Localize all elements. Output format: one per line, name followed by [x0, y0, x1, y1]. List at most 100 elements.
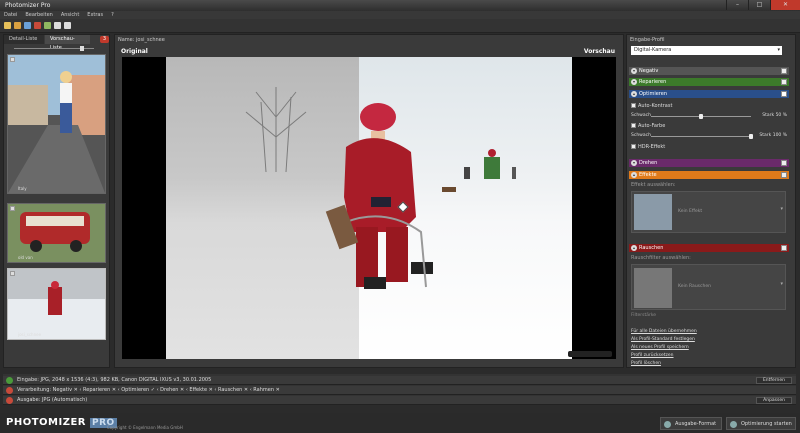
section-reparieren[interactable]: ▾ Reparieren	[629, 78, 789, 86]
section-checkbox-checked[interactable]	[781, 91, 787, 97]
checkbox[interactable]	[631, 144, 636, 149]
effect-value: Kein Effekt	[678, 209, 703, 214]
chevron-icon: ▾	[631, 160, 637, 166]
section-checkbox[interactable]	[781, 68, 787, 74]
section-checkbox[interactable]	[781, 245, 787, 251]
copyright: Copyright © Engelmann Media GmbH	[107, 425, 183, 430]
zoom-slider[interactable]	[568, 351, 612, 357]
settings-panel: Eingabe-Profil Digital-Kamera ▾ ▾ Negati…	[626, 34, 796, 368]
tab-preview-list[interactable]: Vorschau-Liste	[45, 35, 90, 51]
link-delete-profile[interactable]: Profil löschen	[631, 361, 661, 366]
input-info: Eingabe: JPG, 2048 x 1536 (4:3), 982 KB,…	[17, 377, 212, 383]
preview-label: Vorschau	[583, 48, 615, 55]
auto-kontrast-option[interactable]: Auto-Kontrast	[631, 103, 672, 109]
thumbnail-panel: Detail-Liste Vorschau-Liste 3 Italy old …	[3, 34, 110, 368]
section-label: Optimieren	[639, 91, 667, 97]
noise-select-label: Rauschfilter auswählen:	[631, 255, 691, 261]
chevron-icon: ▴	[631, 172, 637, 178]
remove-button[interactable]: Entfernen	[755, 377, 792, 384]
menu-datei[interactable]: Datei	[4, 11, 17, 19]
chevron-icon: ▴	[631, 245, 637, 251]
effect-preview-image	[634, 194, 672, 230]
chevron-icon: ▾	[631, 79, 637, 85]
image-canvas[interactable]	[122, 57, 616, 359]
gear-icon	[664, 421, 671, 428]
thumbnail-size-slider[interactable]	[8, 46, 108, 51]
remove-icon[interactable]	[34, 22, 41, 29]
link-save-profile[interactable]: Als neues Profil speichern	[631, 345, 689, 350]
menu-bearbeiten[interactable]: Bearbeiten	[25, 11, 52, 19]
chevron-down-icon: ▾	[780, 281, 783, 287]
auto-farbe-option[interactable]: Auto-Farbe	[631, 123, 665, 129]
chevron-down-icon: ▾	[777, 47, 780, 53]
section-optimieren[interactable]: ▴ Optimieren	[629, 90, 789, 98]
thumbnail-item[interactable]: old van	[7, 203, 106, 263]
menu-help[interactable]: ?	[111, 11, 114, 19]
menu-ansicht[interactable]: Ansicht	[61, 11, 79, 19]
view-split-icon[interactable]	[64, 22, 71, 29]
section-checkbox[interactable]	[781, 172, 787, 178]
slider-value: Stark 100 %	[759, 133, 787, 138]
thumbnail-item[interactable]: Italy	[7, 54, 106, 194]
checkbox[interactable]	[631, 123, 636, 128]
button-label: Optimierung starten	[741, 421, 792, 427]
add-folder-icon[interactable]	[14, 22, 21, 29]
menu-bar: Datei Bearbeiten Ansicht Extras ?	[0, 11, 800, 19]
section-label: Rauschen	[639, 245, 664, 251]
noise-select[interactable]: Kein Rauschen ▾	[631, 264, 786, 310]
refresh-icon[interactable]	[44, 22, 51, 29]
output-format-button[interactable]: Ausgabe-Format	[660, 417, 722, 430]
input-profile-title: Eingabe-Profil	[630, 37, 665, 43]
section-checkbox[interactable]	[781, 160, 787, 166]
option-label: Auto-Kontrast	[638, 103, 673, 109]
profile-select[interactable]: Digital-Kamera ▾	[631, 46, 782, 55]
window-title: Photomizer Pro	[5, 2, 51, 9]
input-icon	[6, 377, 13, 384]
photo-italy	[8, 55, 105, 193]
link-reset-profile[interactable]: Profil zurücksetzen	[631, 353, 674, 358]
footer-bar: PHOTOMIZER PRO Copyright © Engelmann Med…	[0, 413, 800, 433]
farbe-slider[interactable]	[651, 136, 751, 137]
section-rauschen[interactable]: ▴ Rauschen	[629, 244, 789, 252]
maximize-button[interactable]: □	[748, 0, 770, 10]
kontrast-slider-row: Schwach Stark 50 %	[631, 113, 787, 119]
close-button[interactable]: ✕	[770, 0, 800, 10]
slider-knob[interactable]	[699, 114, 703, 119]
processing-row: Verarbeitung: Negativ ✕ ‹ Reparieren ✕ ‹…	[3, 386, 796, 395]
minimize-button[interactable]: –	[726, 0, 748, 10]
adjust-button[interactable]: Anpassen	[756, 397, 792, 404]
input-info-row: Eingabe: JPG, 2048 x 1536 (4:3), 982 KB,…	[3, 376, 796, 385]
link-set-default[interactable]: Als Profil-Standard festlegen	[631, 337, 695, 342]
title-bar: Photomizer Pro – □ ✕	[0, 0, 800, 11]
section-checkbox[interactable]	[781, 79, 787, 85]
section-label: Negativ	[639, 68, 659, 74]
slider-handle[interactable]	[80, 46, 84, 51]
thumbnail-label: Italy	[18, 186, 27, 191]
section-label: Effekte	[639, 172, 657, 178]
effect-select[interactable]: Kein Effekt ▾	[631, 191, 786, 233]
photo-josi-schnee-large	[166, 57, 572, 359]
checkbox[interactable]	[631, 103, 636, 108]
section-negativ[interactable]: ▾ Negativ	[629, 67, 789, 75]
hdr-option[interactable]: HDR-Effekt	[631, 144, 665, 150]
view-single-icon[interactable]	[54, 22, 61, 29]
chevron-icon: ▴	[631, 91, 637, 97]
open-folder-icon[interactable]	[4, 22, 11, 29]
photo-old-van	[8, 204, 105, 262]
output-icon	[6, 397, 13, 404]
section-drehen[interactable]: ▾ Drehen	[629, 159, 789, 167]
output-info-row: Ausgabe: JPG (Automatisch) Anpassen	[3, 396, 796, 405]
start-optimization-button[interactable]: Optimierung starten	[726, 417, 796, 430]
processing-icon	[6, 387, 13, 394]
file-count-badge: 3	[100, 36, 109, 43]
profile-value: Digital-Kamera	[634, 47, 672, 53]
save-icon[interactable]	[24, 22, 31, 29]
link-apply-all[interactable]: Für alle Dateien übernehmen	[631, 329, 697, 334]
filter-strength-label: Filterstärke	[631, 313, 657, 318]
app-logo: PHOTOMIZER PRO	[6, 417, 117, 428]
thumbnail-item-selected[interactable]: josi_schnee	[7, 268, 106, 340]
slider-knob[interactable]	[749, 134, 753, 139]
section-effekte[interactable]: ▴ Effekte	[629, 171, 789, 179]
tab-detail-list[interactable]: Detail-Liste	[4, 35, 44, 44]
menu-extras[interactable]: Extras	[87, 11, 103, 19]
